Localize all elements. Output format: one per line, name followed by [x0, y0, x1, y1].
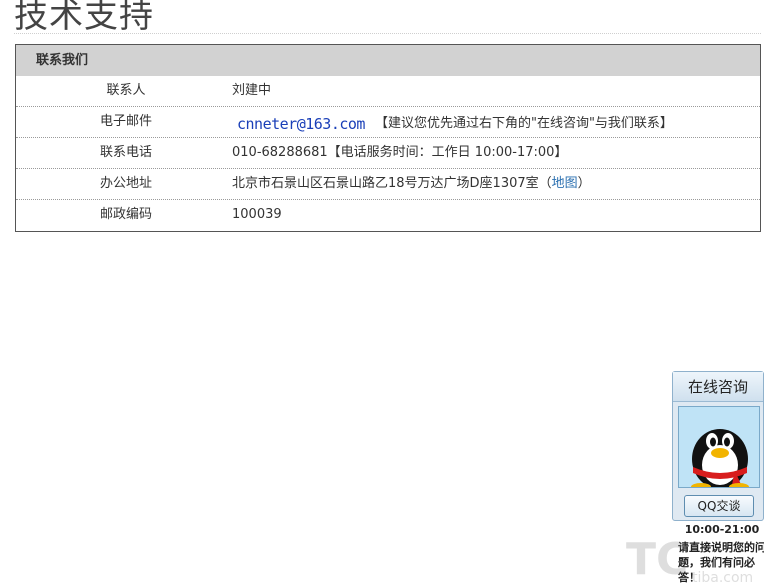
site-watermark-logo: TC tiba.com	[622, 528, 762, 586]
address-suffix: ）	[577, 176, 591, 191]
contact-table: 联系我们 联系人 刘建中 电子邮件 cnneter@163.com 【建议您优先通…	[15, 44, 761, 232]
qq-penguin-icon[interactable]	[678, 406, 760, 488]
email-note: 【建议您优先通过右下角的"在线咨询"与我们联系】	[374, 116, 673, 131]
consult-title: 在线咨询	[673, 372, 763, 402]
row-label: 电子邮件	[99, 114, 152, 129]
table-row-phone: 联系电话 010-68288681【电话服务时间：工作日 10:00-17:00…	[16, 138, 760, 169]
email-link[interactable]: cnneter@163.com	[237, 115, 365, 133]
qq-chat-button[interactable]: QQ交谈	[684, 495, 754, 517]
row-value: cnneter@163.com 【建议您优先通过右下角的"在线咨询"与我们联系】	[232, 107, 673, 139]
table-row-contact-person: 联系人 刘建中	[16, 76, 760, 107]
row-value: 刘建中	[232, 83, 272, 98]
contact-header: 联系我们	[16, 45, 760, 76]
svg-text:tiba.com: tiba.com	[692, 570, 753, 586]
row-label: 邮政编码	[99, 207, 152, 222]
address-text: 北京市石景山区石景山路乙18号万达广场D座1307室（	[232, 176, 552, 191]
row-value: 北京市石景山区石景山路乙18号万达广场D座1307室（地图）	[232, 169, 591, 199]
svg-text:TC: TC	[626, 534, 688, 585]
row-value: 100039	[232, 207, 282, 222]
page-title: 技术支持	[14, 0, 154, 36]
row-value: 010-68288681【电话服务时间：工作日 10:00-17:00】	[232, 145, 568, 160]
title-divider	[14, 33, 761, 34]
row-label: 联系人	[106, 83, 146, 98]
online-consult-widget: 在线咨询 QQ交谈	[672, 371, 764, 521]
table-row-postcode: 邮政编码 100039	[16, 200, 760, 230]
row-label: 联系电话	[99, 145, 152, 160]
map-link[interactable]: 地图	[552, 176, 578, 191]
row-label: 办公地址	[99, 176, 152, 191]
table-row-address: 办公地址 北京市石景山区石景山路乙18号万达广场D座1307室（地图）	[16, 169, 760, 200]
table-row-email: 电子邮件 cnneter@163.com 【建议您优先通过右下角的"在线咨询"与我…	[16, 107, 760, 138]
